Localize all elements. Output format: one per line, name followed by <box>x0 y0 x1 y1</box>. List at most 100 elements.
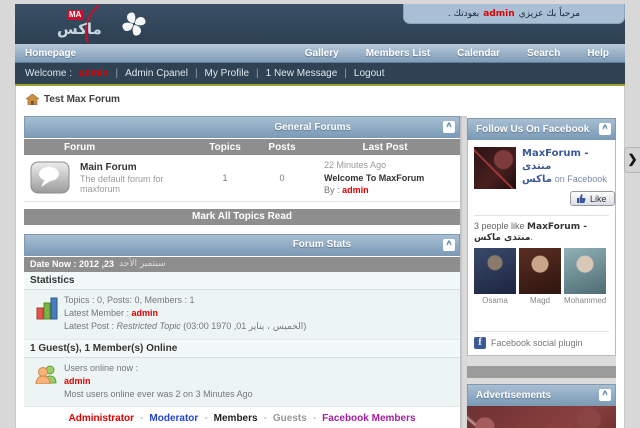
column-last-post: Last Post <box>362 141 408 153</box>
facebook-page-name-2: ماكس <box>522 174 552 185</box>
nav-help[interactable]: Help <box>587 48 609 59</box>
forum-link[interactable]: Main Forum <box>80 162 196 173</box>
forum-stats-title: Forum Stats <box>292 239 352 251</box>
legend-administrator[interactable]: Administrator <box>69 413 135 424</box>
site-logo[interactable]: MA ماكس <box>53 5 149 43</box>
nav-homepage[interactable]: Homepage <box>15 48 76 59</box>
home-icon <box>26 94 39 105</box>
bubble-username[interactable]: admin <box>483 9 514 19</box>
last-post-cell: 22 Minutes Ago Welcome To MaxForum By : … <box>310 159 460 197</box>
advertisement-banner[interactable]: MaxForum 2.0.0 <box>467 406 616 428</box>
userbar-username-link[interactable]: admin <box>79 68 108 79</box>
latest-post-time: (03:00 1970 ,01 <box>180 320 249 331</box>
link-logout[interactable]: Logout <box>354 68 385 79</box>
widget-stripe <box>467 366 616 378</box>
latest-post-arabic: الخميس ، يناير <box>248 321 304 332</box>
last-post-time: 22 Minutes Ago <box>324 160 387 170</box>
column-forum: Forum <box>64 141 96 153</box>
person-osama[interactable]: Osama <box>474 248 516 305</box>
welcome-bubble: مرحباً بك عزيزي admin بعودتك . <box>403 4 625 24</box>
link-my-profile[interactable]: My Profile <box>205 68 249 79</box>
separator: | <box>344 68 347 79</box>
stats-body: Statistics Topics: 0, Posts: 0, Members… <box>24 271 461 408</box>
main-nav: Homepage Gallery Members List Calendar S… <box>15 44 625 63</box>
breadcrumb: Test Max Forum <box>26 94 616 105</box>
general-forums-title: General Forums <box>274 121 352 133</box>
nav-members-list[interactable]: Members List <box>366 48 430 59</box>
date-arabic: سبتمبر الأحد <box>119 259 166 270</box>
bubble-greeting: مرحباً بك عزيزي <box>518 8 581 19</box>
collapse-icon[interactable]: ^ <box>443 121 456 133</box>
by-label: By : <box>324 185 340 196</box>
sidebar: Follow Us On Facebook ^ MaxForum - منتدى… <box>467 118 616 428</box>
facebook-widget-title: Follow Us On Facebook <box>476 123 590 135</box>
legend-guests[interactable]: Guests <box>273 413 307 424</box>
nav-gallery[interactable]: Gallery <box>305 48 339 59</box>
online-user-link[interactable]: admin <box>64 375 253 388</box>
statistics-heading: Statistics <box>24 271 461 290</box>
forum-bubble-icon <box>30 161 70 194</box>
forum-table-columns: Forum Topics Posts Last Post <box>24 139 461 155</box>
main-area: General Forums ^ Forum Topics Posts Last… <box>24 116 616 428</box>
person-name: Osama <box>482 296 508 305</box>
latest-post-label: Latest Post : <box>64 320 117 331</box>
advertisements-title: Advertisements <box>476 389 552 401</box>
legend-facebook-members[interactable]: Facebook Members <box>322 413 415 424</box>
avatar <box>519 248 561 294</box>
legend-separator: - <box>263 413 267 425</box>
last-post-link[interactable]: Welcome To MaxForum <box>324 172 460 185</box>
facebook-people: Osama Magd Mohammed <box>474 248 609 305</box>
person-name: Magd <box>529 296 550 305</box>
on-facebook-label: on Facebook <box>554 174 607 184</box>
thumbs-up-icon <box>577 194 586 203</box>
logo-arabic-text: ماكس <box>57 20 102 38</box>
page: MA ماكس مرحباً بك عزيزي admin بعودتك . H… <box>0 0 640 428</box>
person-mohammed[interactable]: Mohammed <box>564 248 606 305</box>
person-magd[interactable]: Magd <box>519 248 561 305</box>
facebook-page-avatar[interactable] <box>474 147 516 189</box>
latest-member-line: Latest Member : admin <box>64 307 306 320</box>
last-post-user-link[interactable]: admin <box>342 185 369 195</box>
legend-members[interactable]: Members <box>214 413 258 424</box>
statistics-lines: Topics : 0, Posts: 0, Members : 1 Latest… <box>64 294 306 334</box>
online-heading: 1 Guest(s), 1 Member(s) Online <box>24 339 461 358</box>
latest-member-link[interactable]: admin <box>132 308 159 318</box>
mark-all-read-button[interactable]: Mark All Topics Read <box>24 208 461 225</box>
separator: | <box>115 68 119 79</box>
collapse-icon[interactable]: ^ <box>599 123 611 135</box>
likes-prefix: 3 people like <box>474 221 528 231</box>
separator: | <box>194 68 198 79</box>
latest-post-title[interactable]: Restricted Topic <box>117 321 181 331</box>
collapse-icon[interactable]: ^ <box>443 238 456 251</box>
facebook-page-link[interactable]: MaxForum - منتدى ماكس on Facebook <box>522 147 615 186</box>
stats-counts: Topics : 0, Posts: 0, Members : 1 <box>64 294 195 305</box>
page-frame: MA ماكس مرحباً بك عزيزي admin بعودتك . H… <box>15 4 625 428</box>
breadcrumb-title[interactable]: Test Max Forum <box>44 94 120 105</box>
separator: | <box>256 68 259 79</box>
bubble-suffix: بعودتك . <box>447 8 480 19</box>
link-admin-cpanel[interactable]: Admin Cpanel <box>125 68 188 79</box>
legend-moderator[interactable]: Moderator <box>149 413 198 424</box>
avatar <box>474 248 516 294</box>
users-icon <box>30 362 64 385</box>
chevron-right-icon: ❯ <box>627 152 638 166</box>
column-topics: Topics <box>209 141 241 153</box>
statistics-row: Topics : 0, Posts: 0, Members : 1 Latest… <box>24 290 461 340</box>
facebook-widget-header: Follow Us On Facebook ^ <box>467 118 616 140</box>
nav-search[interactable]: Search <box>527 48 560 59</box>
collapse-icon[interactable]: ^ <box>599 389 611 401</box>
person-name: Mohammed <box>564 296 606 305</box>
facebook-plugin-label[interactable]: Facebook social plugin <box>491 338 583 348</box>
like-button[interactable]: Like <box>570 191 615 206</box>
site-header: MA ماكس مرحباً بك عزيزي admin بعودتك . <box>15 4 625 44</box>
topics-count: 1 <box>222 172 228 183</box>
forum-row: Main Forum The default forum for maxforu… <box>24 155 461 202</box>
nav-calendar[interactable]: Calendar <box>457 48 500 59</box>
sidebar-toggle-arrow[interactable]: ❯ <box>624 147 640 173</box>
latest-post-line: Latest Post : Restricted Topic (03:00 19… <box>64 320 306 334</box>
link-new-message[interactable]: 1 New Message <box>266 68 338 79</box>
last-post-by: By : admin <box>324 184 460 197</box>
latest-member-label: Latest Member : <box>64 307 132 318</box>
bar-chart-icon <box>30 294 64 320</box>
